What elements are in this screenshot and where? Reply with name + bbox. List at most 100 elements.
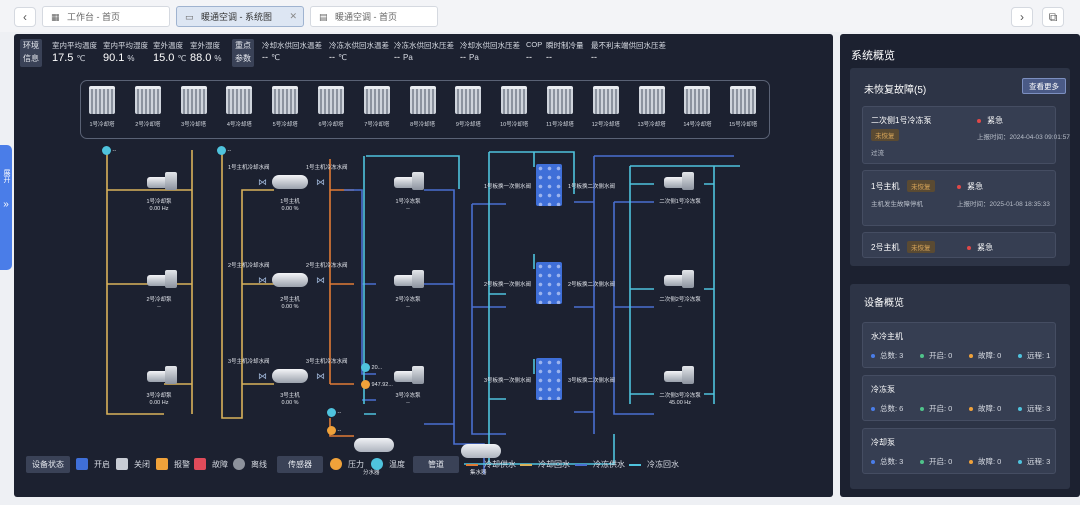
close-icon[interactable]: ✕ [289, 11, 297, 22]
valve-icon[interactable]: ⋈ [258, 275, 267, 286]
cooling-tower-label: 12号冷却塔 [591, 122, 620, 128]
cooling-tower[interactable]: 9号冷却塔 [450, 86, 486, 128]
status-swatch [233, 458, 245, 470]
temp-sensor[interactable]: -- [217, 146, 231, 155]
device-card[interactable]: 冷却泵 总数: 3 开启: 0 故障: 0 远程: 3 [862, 428, 1056, 474]
return-manifold[interactable] [461, 444, 501, 458]
cooling-tower[interactable]: 11号冷却塔 [542, 86, 578, 128]
temp-sensor[interactable]: -- [327, 408, 341, 417]
legend-label: 冷冻回水 [647, 460, 679, 469]
chilled-pump[interactable] [394, 366, 424, 384]
cooling-tower[interactable]: 14号冷却塔 [679, 86, 715, 128]
equipment-value: 45.00 Hz [668, 400, 691, 406]
status-badge: 未恢复 [907, 241, 935, 253]
status-dot-icon [969, 407, 973, 412]
cooling-tower-label: 9号冷却塔 [455, 122, 481, 128]
device-card[interactable]: 水冷主机 总数: 3 开启: 0 故障: 0 远程: 1 [862, 322, 1056, 368]
device-stat-on: 开启: 0 [920, 403, 952, 414]
plate-heat-exchanger[interactable] [536, 164, 562, 206]
pressure-sensor[interactable]: 947.92... [361, 380, 393, 389]
valve-icon[interactable]: ⋈ [316, 177, 325, 188]
legend-label: 冷却回水 [538, 460, 570, 469]
cooling-tower[interactable]: 10号冷却塔 [496, 86, 532, 128]
fault-section-title: 未恢复故障(5) [864, 85, 927, 96]
tab-hvac-diagram[interactable]: ▭ 暖通空调 - 系统图 ✕ [176, 6, 304, 27]
legend-sensor-tag: 传感器 [277, 456, 323, 473]
cooling-tower[interactable]: 3号冷却塔 [176, 86, 212, 128]
tab-hvac-home[interactable]: ▤ 暖通空调 - 首页 [310, 6, 438, 27]
forward-button[interactable]: › [1011, 7, 1033, 27]
valve-icon[interactable]: ⋈ [316, 371, 325, 382]
valve-icon[interactable]: ⋈ [316, 275, 325, 286]
cooling-tower-icon [730, 86, 757, 114]
legend-label: 冷却供水 [484, 460, 516, 469]
cooling-tower[interactable]: 8号冷却塔 [405, 86, 441, 128]
cooling-pump[interactable] [147, 270, 177, 288]
plate-heat-exchanger[interactable] [536, 358, 562, 400]
equipment-value: -- [157, 304, 161, 310]
chiller[interactable] [272, 175, 308, 189]
legend-label: 离线 [251, 460, 267, 469]
valve-icon[interactable]: ⋈ [258, 177, 267, 188]
device-stat-remote: 远程: 3 [1018, 456, 1050, 467]
secondary-chilled-pump[interactable] [664, 366, 694, 384]
menu-button[interactable]: ⧉ [1042, 7, 1064, 27]
urgent-level: 紧急 [957, 181, 983, 192]
valve-icon[interactable]: ⋈ [258, 371, 267, 382]
legend-label: 冷冻供水 [593, 460, 625, 469]
fault-card[interactable]: 二次侧1号冷冻泵 未恢复 紧急 上报时间：2024-04-03 09:01:57… [862, 106, 1070, 164]
valve-label: 1号主机冷却水阀 [228, 165, 270, 171]
plate-heat-exchanger[interactable] [536, 262, 562, 304]
cooling-tower[interactable]: 15号冷却塔 [725, 86, 761, 128]
valve-label: 3号板换二次侧水阀 [568, 378, 616, 384]
device-stat-fault: 故障: 0 [969, 350, 1001, 361]
valve-label: 2号主机冷冻水阀 [306, 263, 348, 269]
cooling-pump[interactable] [147, 172, 177, 190]
pressure-sensor[interactable]: -- [327, 426, 341, 435]
supply-manifold[interactable] [354, 438, 394, 452]
cooling-tower[interactable]: 4号冷却塔 [221, 86, 257, 128]
cooling-tower[interactable]: 6号冷却塔 [313, 86, 349, 128]
secondary-chilled-pump[interactable] [664, 270, 694, 288]
expand-handle[interactable]: 展开 » [0, 145, 12, 270]
device-card[interactable]: 冷冻泵 总数: 6 开启: 0 故障: 0 远程: 3 [862, 375, 1056, 421]
cooling-tower-icon [501, 86, 528, 114]
cooling-tower-icon [684, 86, 711, 114]
secondary-chilled-pump[interactable] [664, 172, 694, 190]
view-more-button[interactable]: 查看更多 [1022, 78, 1066, 94]
device-stat-total: 总数: 6 [871, 403, 903, 414]
cooling-tower-label: 3号冷却塔 [181, 122, 207, 128]
valve-label: 3号板换一次侧水阀 [484, 378, 532, 384]
legend-label: 开启 [94, 460, 110, 469]
device-type-name: 水冷主机 [871, 332, 903, 341]
cooling-tower-label: 1号冷却塔 [89, 122, 115, 128]
status-dot-icon [1018, 354, 1022, 359]
chiller[interactable] [272, 273, 308, 287]
page-icon: ▤ [319, 11, 328, 22]
equipment-value: 0.00 % [281, 206, 299, 212]
back-button[interactable]: ‹ [14, 7, 36, 27]
cooling-tower[interactable]: 2号冷却塔 [130, 86, 166, 128]
temp-sensor[interactable]: -- [102, 146, 116, 155]
equipment-value: -- [406, 304, 410, 310]
cooling-tower[interactable]: 1号冷却塔 [84, 86, 120, 128]
fault-card[interactable]: 1号主机 未恢复 紧急 主机发生故障停机 上报时间：2025-01-08 18:… [862, 170, 1056, 226]
cooling-tower[interactable]: 5号冷却塔 [267, 86, 303, 128]
chilled-pump[interactable] [394, 270, 424, 288]
cooling-tower-icon [226, 86, 253, 114]
chilled-pump[interactable] [394, 172, 424, 190]
equipment-name: 二次侧2号冷冻泵 [659, 297, 701, 303]
cooling-tower[interactable]: 12号冷却塔 [588, 86, 624, 128]
cooling-tower[interactable]: 7号冷却塔 [359, 86, 395, 128]
fault-card[interactable]: 2号主机 未恢复 紧急 [862, 232, 1056, 258]
chiller[interactable] [272, 369, 308, 383]
cooling-tower[interactable]: 13号冷却塔 [634, 86, 670, 128]
cooling-tower-label: 14号冷却塔 [683, 122, 712, 128]
cooling-pump[interactable] [147, 366, 177, 384]
tab-workbench[interactable]: ▦ 工作台 - 首页 [42, 6, 170, 27]
temp-sensor[interactable]: 20... [361, 363, 382, 372]
cooling-tower-label: 8号冷却塔 [410, 122, 436, 128]
cooling-tower-label: 2号冷却塔 [135, 122, 161, 128]
pipe-swatch [466, 464, 478, 466]
cooling-tower-label: 4号冷却塔 [226, 122, 252, 128]
